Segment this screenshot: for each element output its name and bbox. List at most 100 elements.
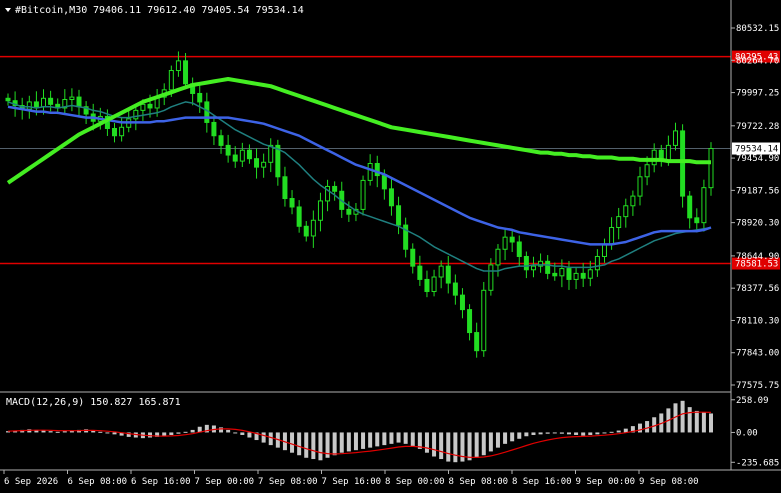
macd-histogram-bar bbox=[98, 431, 103, 433]
price-tick-label: 78920.30 bbox=[736, 219, 779, 229]
candle-body bbox=[665, 144, 671, 161]
macd-histogram-bar bbox=[176, 432, 181, 434]
chart-header: #Bitcoin,M30 79406.11 79612.40 79405.54 … bbox=[5, 5, 304, 16]
price-tick-label: 78377.56 bbox=[736, 284, 779, 294]
macd-histogram-bar bbox=[432, 432, 437, 457]
macd-histogram-bar bbox=[346, 432, 351, 452]
macd-histogram-bar bbox=[403, 432, 408, 444]
candle-body bbox=[296, 206, 302, 227]
macd-histogram-bar bbox=[148, 432, 153, 438]
macd-histogram-bar bbox=[588, 432, 593, 435]
candle-body bbox=[289, 198, 295, 208]
macd-histogram-bar bbox=[645, 421, 650, 433]
macd-histogram-bar bbox=[474, 432, 479, 458]
macd-histogram-bar bbox=[602, 432, 607, 434]
chart-canvas: 80295.4378581.5379534.14 80532.1580264.7… bbox=[0, 0, 781, 489]
candle-body bbox=[680, 130, 686, 197]
candle-body bbox=[609, 227, 615, 245]
candle-body bbox=[183, 60, 189, 85]
candle-body bbox=[381, 175, 387, 190]
candle-body bbox=[282, 176, 288, 200]
macd-histogram-bar bbox=[545, 432, 550, 434]
candle-body bbox=[211, 121, 217, 137]
macd-histogram-bar bbox=[609, 431, 614, 433]
macd-histogram-bar bbox=[375, 432, 380, 447]
candle-body bbox=[623, 205, 629, 218]
candle-body bbox=[33, 101, 39, 108]
candle-body bbox=[459, 294, 465, 311]
candle-body bbox=[225, 144, 231, 156]
macd-histogram-bar bbox=[524, 432, 529, 437]
candle-body bbox=[175, 60, 181, 72]
candle-body bbox=[41, 97, 47, 108]
macd-histogram-bar bbox=[268, 432, 273, 446]
macd-histogram-bar bbox=[595, 432, 600, 435]
candle-body bbox=[317, 200, 323, 221]
candle-body bbox=[559, 268, 565, 277]
price-tick-label: 79454.90 bbox=[736, 154, 779, 164]
candle-body bbox=[48, 97, 54, 105]
time-tick-label: 7 Sep 16:00 bbox=[322, 477, 382, 487]
candle-body bbox=[644, 164, 650, 178]
candle-body bbox=[112, 127, 118, 137]
macd-histogram-bar bbox=[353, 432, 358, 451]
chart-background bbox=[0, 0, 781, 489]
time-tick-label: 8 Sep 08:00 bbox=[449, 477, 509, 487]
candle-body bbox=[388, 188, 394, 207]
macd-histogram-bar bbox=[574, 432, 579, 435]
candle-body bbox=[310, 219, 316, 237]
macd-histogram-bar bbox=[488, 432, 493, 452]
macd-histogram-bar bbox=[382, 432, 387, 446]
candle-body bbox=[26, 101, 32, 110]
macd-histogram-bar bbox=[446, 432, 451, 462]
time-tick-label: 9 Sep 08:00 bbox=[639, 477, 699, 487]
macd-histogram-bar bbox=[701, 412, 706, 433]
time-tick-label: 6 Sep 08:00 bbox=[68, 477, 128, 487]
candle-body bbox=[268, 144, 274, 163]
candle-body bbox=[516, 241, 522, 257]
macd-histogram-bar bbox=[517, 432, 522, 439]
symbol-label: #Bitcoin,M30 bbox=[15, 5, 87, 16]
macd-histogram-bar bbox=[510, 432, 515, 442]
candle-body bbox=[396, 205, 402, 226]
candle-body bbox=[431, 276, 437, 293]
candle-body bbox=[254, 158, 260, 168]
price-tick-label: 80532.15 bbox=[736, 24, 779, 34]
candle-body bbox=[360, 179, 366, 210]
candle-body bbox=[694, 217, 700, 224]
price-tick-label: 77843.00 bbox=[736, 349, 779, 359]
candle-body bbox=[438, 265, 444, 278]
price-tick-label: 79187.56 bbox=[736, 186, 779, 196]
candle-body bbox=[580, 272, 586, 279]
candle-body bbox=[452, 282, 458, 296]
macd-histogram-bar bbox=[219, 427, 224, 433]
macd-histogram-bar bbox=[566, 432, 571, 435]
macd-histogram-bar bbox=[297, 432, 302, 456]
macd-histogram-bar bbox=[41, 430, 46, 433]
candle-body bbox=[410, 248, 416, 267]
candle-body bbox=[119, 126, 125, 137]
macd-histogram-bar bbox=[616, 430, 621, 433]
candle-body bbox=[445, 265, 451, 284]
candle-body bbox=[601, 243, 607, 257]
candle-body bbox=[332, 185, 338, 192]
macd-histogram-bar bbox=[637, 423, 642, 433]
macd-histogram-bar bbox=[410, 432, 415, 447]
macd-histogram-bar bbox=[531, 432, 536, 435]
macd-histogram-bar bbox=[169, 432, 174, 435]
candle-body bbox=[346, 208, 352, 215]
candle-body bbox=[5, 97, 11, 102]
macd-histogram-bar bbox=[304, 432, 309, 458]
macd-histogram-bar bbox=[694, 410, 699, 433]
macd-histogram-bar bbox=[240, 432, 245, 435]
candle-body bbox=[239, 149, 245, 162]
candle-body bbox=[367, 163, 373, 181]
candle-body bbox=[140, 103, 146, 111]
current-price-label: 79534.14 bbox=[735, 145, 778, 155]
macd-histogram-bar bbox=[247, 432, 252, 438]
candle-body bbox=[672, 130, 678, 146]
candle-body bbox=[488, 264, 494, 291]
candle-body bbox=[530, 265, 536, 271]
macd-histogram-bar bbox=[709, 413, 713, 433]
macd-histogram-bar bbox=[368, 432, 373, 448]
